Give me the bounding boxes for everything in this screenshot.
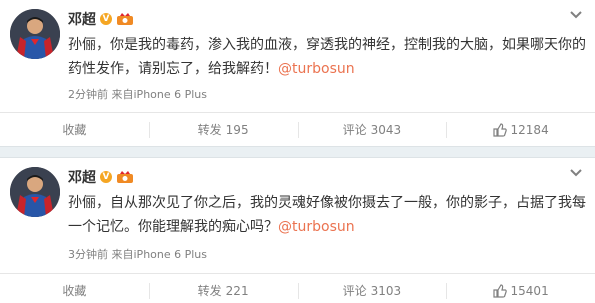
post-source: 来自iPhone 6 Plus: [111, 248, 208, 261]
repost-label: 转发: [197, 284, 222, 298]
post-time[interactable]: 2分钟前: [68, 88, 108, 101]
post-actions: 收藏 转发 195 评论 3043 12184: [0, 112, 595, 146]
crown-icon: [117, 171, 133, 183]
verified-badge-icon: V: [100, 171, 112, 183]
comment-label: 评论: [342, 284, 367, 298]
author-name[interactable]: 邓超: [68, 9, 96, 29]
post-meta: 3分钟前 来自iPhone 6 Plus: [68, 246, 207, 262]
author-name-row: 邓超 V: [68, 167, 134, 187]
author-name-row: 邓超 V: [68, 9, 134, 29]
like-count: 12184: [510, 122, 549, 137]
like-button[interactable]: 15401: [446, 274, 595, 303]
favorite-button[interactable]: 收藏: [0, 113, 149, 146]
favorite-label: 收藏: [62, 123, 87, 137]
post-actions: 收藏 转发 221 评论 3103 15401: [0, 273, 595, 303]
mention-link[interactable]: @turbosun: [278, 219, 355, 235]
comment-button[interactable]: 评论 3043: [297, 113, 447, 146]
mention-link[interactable]: @turbosun: [278, 61, 355, 77]
comment-count: 3043: [370, 122, 402, 137]
like-button[interactable]: 12184: [446, 113, 595, 146]
feed-separator: [0, 146, 595, 158]
author-avatar[interactable]: [10, 9, 60, 59]
comment-label: 评论: [342, 123, 367, 137]
favorite-button[interactable]: 收藏: [0, 274, 149, 303]
comment-count: 3103: [370, 283, 402, 298]
post-text: 孙俪，你是我的毒药，渗入我的血液，穿透我的神经，控制我的大脑，如果哪天你的药性发…: [68, 33, 586, 81]
like-count: 15401: [510, 283, 549, 298]
post-text: 孙俪，自从那次见了你之后，我的灵魂好像被你摄去了一般，你的影子，占据了我每一个记…: [68, 191, 586, 239]
repost-button[interactable]: 转发 221: [148, 274, 298, 303]
verified-badge-icon: V: [100, 13, 112, 25]
favorite-label: 收藏: [62, 284, 87, 298]
weibo-post-1: 邓超 V 孙俪，你是我的毒药，渗入我的血液，穿透我的神经，控制我的大脑，如果哪天…: [0, 0, 595, 146]
repost-count: 195: [225, 122, 249, 137]
chevron-down-icon[interactable]: [569, 10, 583, 20]
crown-icon: [117, 13, 133, 25]
author-name[interactable]: 邓超: [68, 167, 96, 187]
post-source: 来自iPhone 6 Plus: [111, 88, 208, 101]
weibo-post-2: 邓超 V 孙俪，自从那次见了你之后，我的灵魂好像被你摄去了一般，你的影子，占据了…: [0, 158, 595, 303]
repost-button[interactable]: 转发 195: [148, 113, 298, 146]
thumbs-up-icon: [492, 122, 507, 137]
author-avatar[interactable]: [10, 167, 60, 217]
repost-label: 转发: [197, 123, 222, 137]
post-time[interactable]: 3分钟前: [68, 248, 108, 261]
chevron-down-icon[interactable]: [569, 168, 583, 178]
repost-count: 221: [225, 283, 249, 298]
thumbs-up-icon: [492, 283, 507, 298]
comment-button[interactable]: 评论 3103: [297, 274, 447, 303]
post-meta: 2分钟前 来自iPhone 6 Plus: [68, 86, 207, 102]
